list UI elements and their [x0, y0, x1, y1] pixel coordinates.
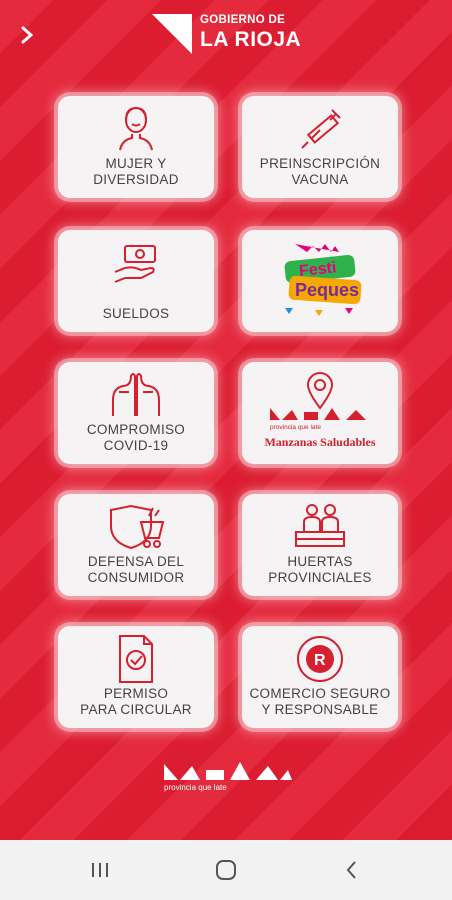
recent-apps-icon[interactable]: [88, 858, 114, 882]
logo-line1: GOBIERNO DE: [200, 14, 286, 26]
card-label: COMPROMISO COVID-19: [86, 422, 186, 453]
shield-cart-icon: [58, 502, 214, 552]
svg-text:R: R: [314, 652, 326, 669]
card-preinscripcion-vacuna[interactable]: PREINSCRIPCIÓN VACUNA: [242, 96, 398, 198]
card-label: PREINSCRIPCIÓN VACUNA: [259, 156, 381, 187]
card-label: DEFENSA DEL CONSUMIDOR: [87, 554, 185, 585]
app-header: GOBIERNO DE LA RIOJA: [0, 0, 452, 70]
gobierno-logo: GOBIERNO DE LA RIOJA: [150, 12, 310, 56]
system-navbar: [0, 840, 452, 900]
la-rioja-wordmark-icon: [164, 762, 292, 780]
syringe-icon: [242, 104, 398, 154]
card-label: Manzanas Saludables: [264, 435, 376, 449]
card-huertas-provinciales[interactable]: HUERTAS PROVINCIALES: [242, 494, 398, 596]
card-mujer-diversidad[interactable]: MUJER Y DIVERSIDAD: [58, 96, 214, 198]
festi-peques-logo: Festi Peques: [242, 238, 398, 324]
la-rioja-brand-icon: [270, 408, 366, 420]
card-label: HUERTAS PROVINCIALES: [268, 554, 372, 585]
money-hand-icon: [58, 242, 214, 292]
card-label: COMERCIO SEGURO Y RESPONSABLE: [249, 686, 391, 717]
back-icon[interactable]: [340, 858, 366, 882]
document-check-icon: [58, 634, 214, 684]
brand-tagline: provincia que late: [270, 424, 321, 431]
home-icon[interactable]: [214, 858, 240, 882]
card-manzanas-saludables[interactable]: provincia que late Manzanas Saludables: [242, 362, 398, 464]
la-rioja-footer-logo: provincia que late: [160, 760, 295, 796]
garden-people-icon: [242, 502, 398, 552]
logo-mark-icon: [152, 14, 192, 54]
card-label: MUJER Y DIVERSIDAD: [93, 156, 179, 187]
card-comercio-seguro[interactable]: R COMERCIO SEGURO Y RESPONSABLE: [242, 626, 398, 728]
card-defensa-consumidor[interactable]: DEFENSA DEL CONSUMIDOR: [58, 494, 214, 596]
card-permiso-circular[interactable]: PERMISO PARA CIRCULAR: [58, 626, 214, 728]
card-label: SUELDOS: [102, 306, 170, 321]
card-label: PERMISO PARA CIRCULAR: [80, 686, 192, 717]
footer-tagline: provincia que late: [164, 783, 227, 792]
chevron-right-icon[interactable]: [14, 24, 40, 50]
svg-text:Peques: Peques: [295, 280, 359, 300]
woman-icon: [58, 104, 214, 154]
logo-line2: LA RIOJA: [200, 28, 302, 51]
card-compromiso-covid[interactable]: COMPROMISO COVID-19: [58, 362, 214, 464]
people-masks-icon: [58, 370, 214, 420]
card-festi-peques[interactable]: Festi Peques: [242, 230, 398, 332]
r-seal-icon: R: [242, 634, 398, 684]
card-sueldos[interactable]: SUELDOS: [58, 230, 214, 332]
